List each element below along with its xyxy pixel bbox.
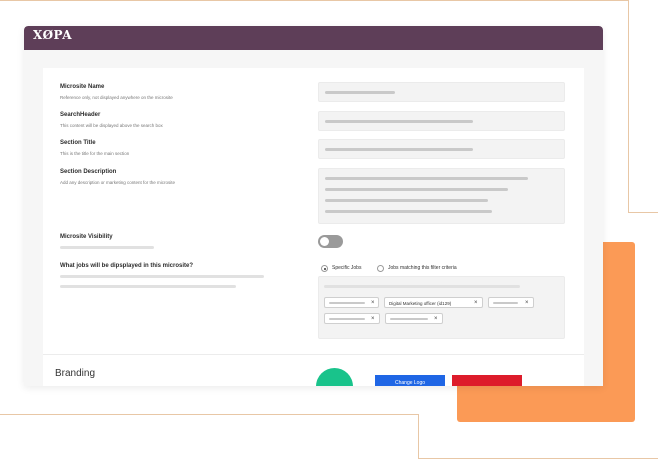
filter-criteria-label: Jobs matching this filter criteria [388,265,457,271]
job-chip[interactable]: × [488,297,534,308]
job-chip[interactable]: Digital Marketing officer (id129) × [384,297,483,308]
remove-chip-icon[interactable]: × [371,300,375,306]
search-header-help: This content will be displayed above the… [60,123,163,128]
jobs-label: What jobs will be dipsplayed in this mic… [60,263,194,269]
placeholder-line [325,199,488,202]
section-title-label: Section Title [60,140,96,146]
placeholder-line [325,210,492,213]
decor-line [418,414,419,459]
jobs-search-placeholder [324,285,520,288]
remove-chip-icon[interactable]: × [525,300,529,306]
branding-title: Branding [55,368,96,379]
logo[interactable]: XØPA [33,29,95,47]
remove-chip-icon[interactable]: × [434,316,438,322]
remove-logo-button[interactable] [452,375,522,386]
decor-line [0,0,628,1]
chip-placeholder [493,301,518,304]
section-description-label: Section Description [60,169,117,175]
visibility-toggle[interactable] [318,235,343,248]
job-chip[interactable]: × [385,313,443,324]
placeholder-line [325,188,508,191]
toggle-knob [320,237,329,246]
search-header-label: SearchHeader [60,112,101,118]
chip-placeholder [329,301,365,304]
jobs-help-placeholder [60,285,236,288]
settings-panel: Microsite Name Reference only, not displ… [43,68,584,386]
remove-chip-icon[interactable]: × [371,316,375,322]
change-logo-button[interactable]: Change Logo [375,375,445,386]
search-header-input[interactable] [318,111,565,131]
microsite-name-help: Reference only, not displayed anywhere o… [60,95,173,100]
section-description-textarea[interactable] [318,168,565,224]
job-chip[interactable]: × [324,297,379,308]
logo-text: XØPA [33,28,73,42]
app-window: XØPA Microsite Name Reference only, not … [24,26,603,386]
decor-line [0,414,418,415]
top-bar: XØPA [24,26,603,50]
specific-jobs-radio[interactable] [321,265,328,272]
visibility-help-placeholder [60,246,154,249]
placeholder-line [325,177,528,180]
chip-placeholder [390,317,428,320]
section-description-help: Add any description or marketing content… [60,180,176,185]
job-chip[interactable]: × [324,313,380,324]
decor-line [628,212,658,213]
section-divider [43,354,584,355]
jobs-help-placeholder [60,275,264,278]
visibility-label: Microsite Visibility [60,234,113,240]
remove-chip-icon[interactable]: × [474,300,478,306]
specific-jobs-label: Specific Jobs [332,265,362,271]
placeholder-line [325,91,395,94]
chip-placeholder [329,317,365,320]
jobs-selector[interactable]: × Digital Marketing officer (id129) × × … [318,276,565,339]
filter-criteria-radio[interactable] [377,265,384,272]
placeholder-line [325,148,473,151]
section-title-help: This is the title for the main section [60,151,130,156]
decor-line [628,0,629,212]
section-title-input[interactable] [318,139,565,159]
logo-preview-avatar [316,368,353,386]
microsite-name-input[interactable] [318,82,565,102]
placeholder-line [325,120,473,123]
chip-label: Digital Marketing officer (id129) [389,300,452,306]
microsite-name-label: Microsite Name [60,84,105,90]
